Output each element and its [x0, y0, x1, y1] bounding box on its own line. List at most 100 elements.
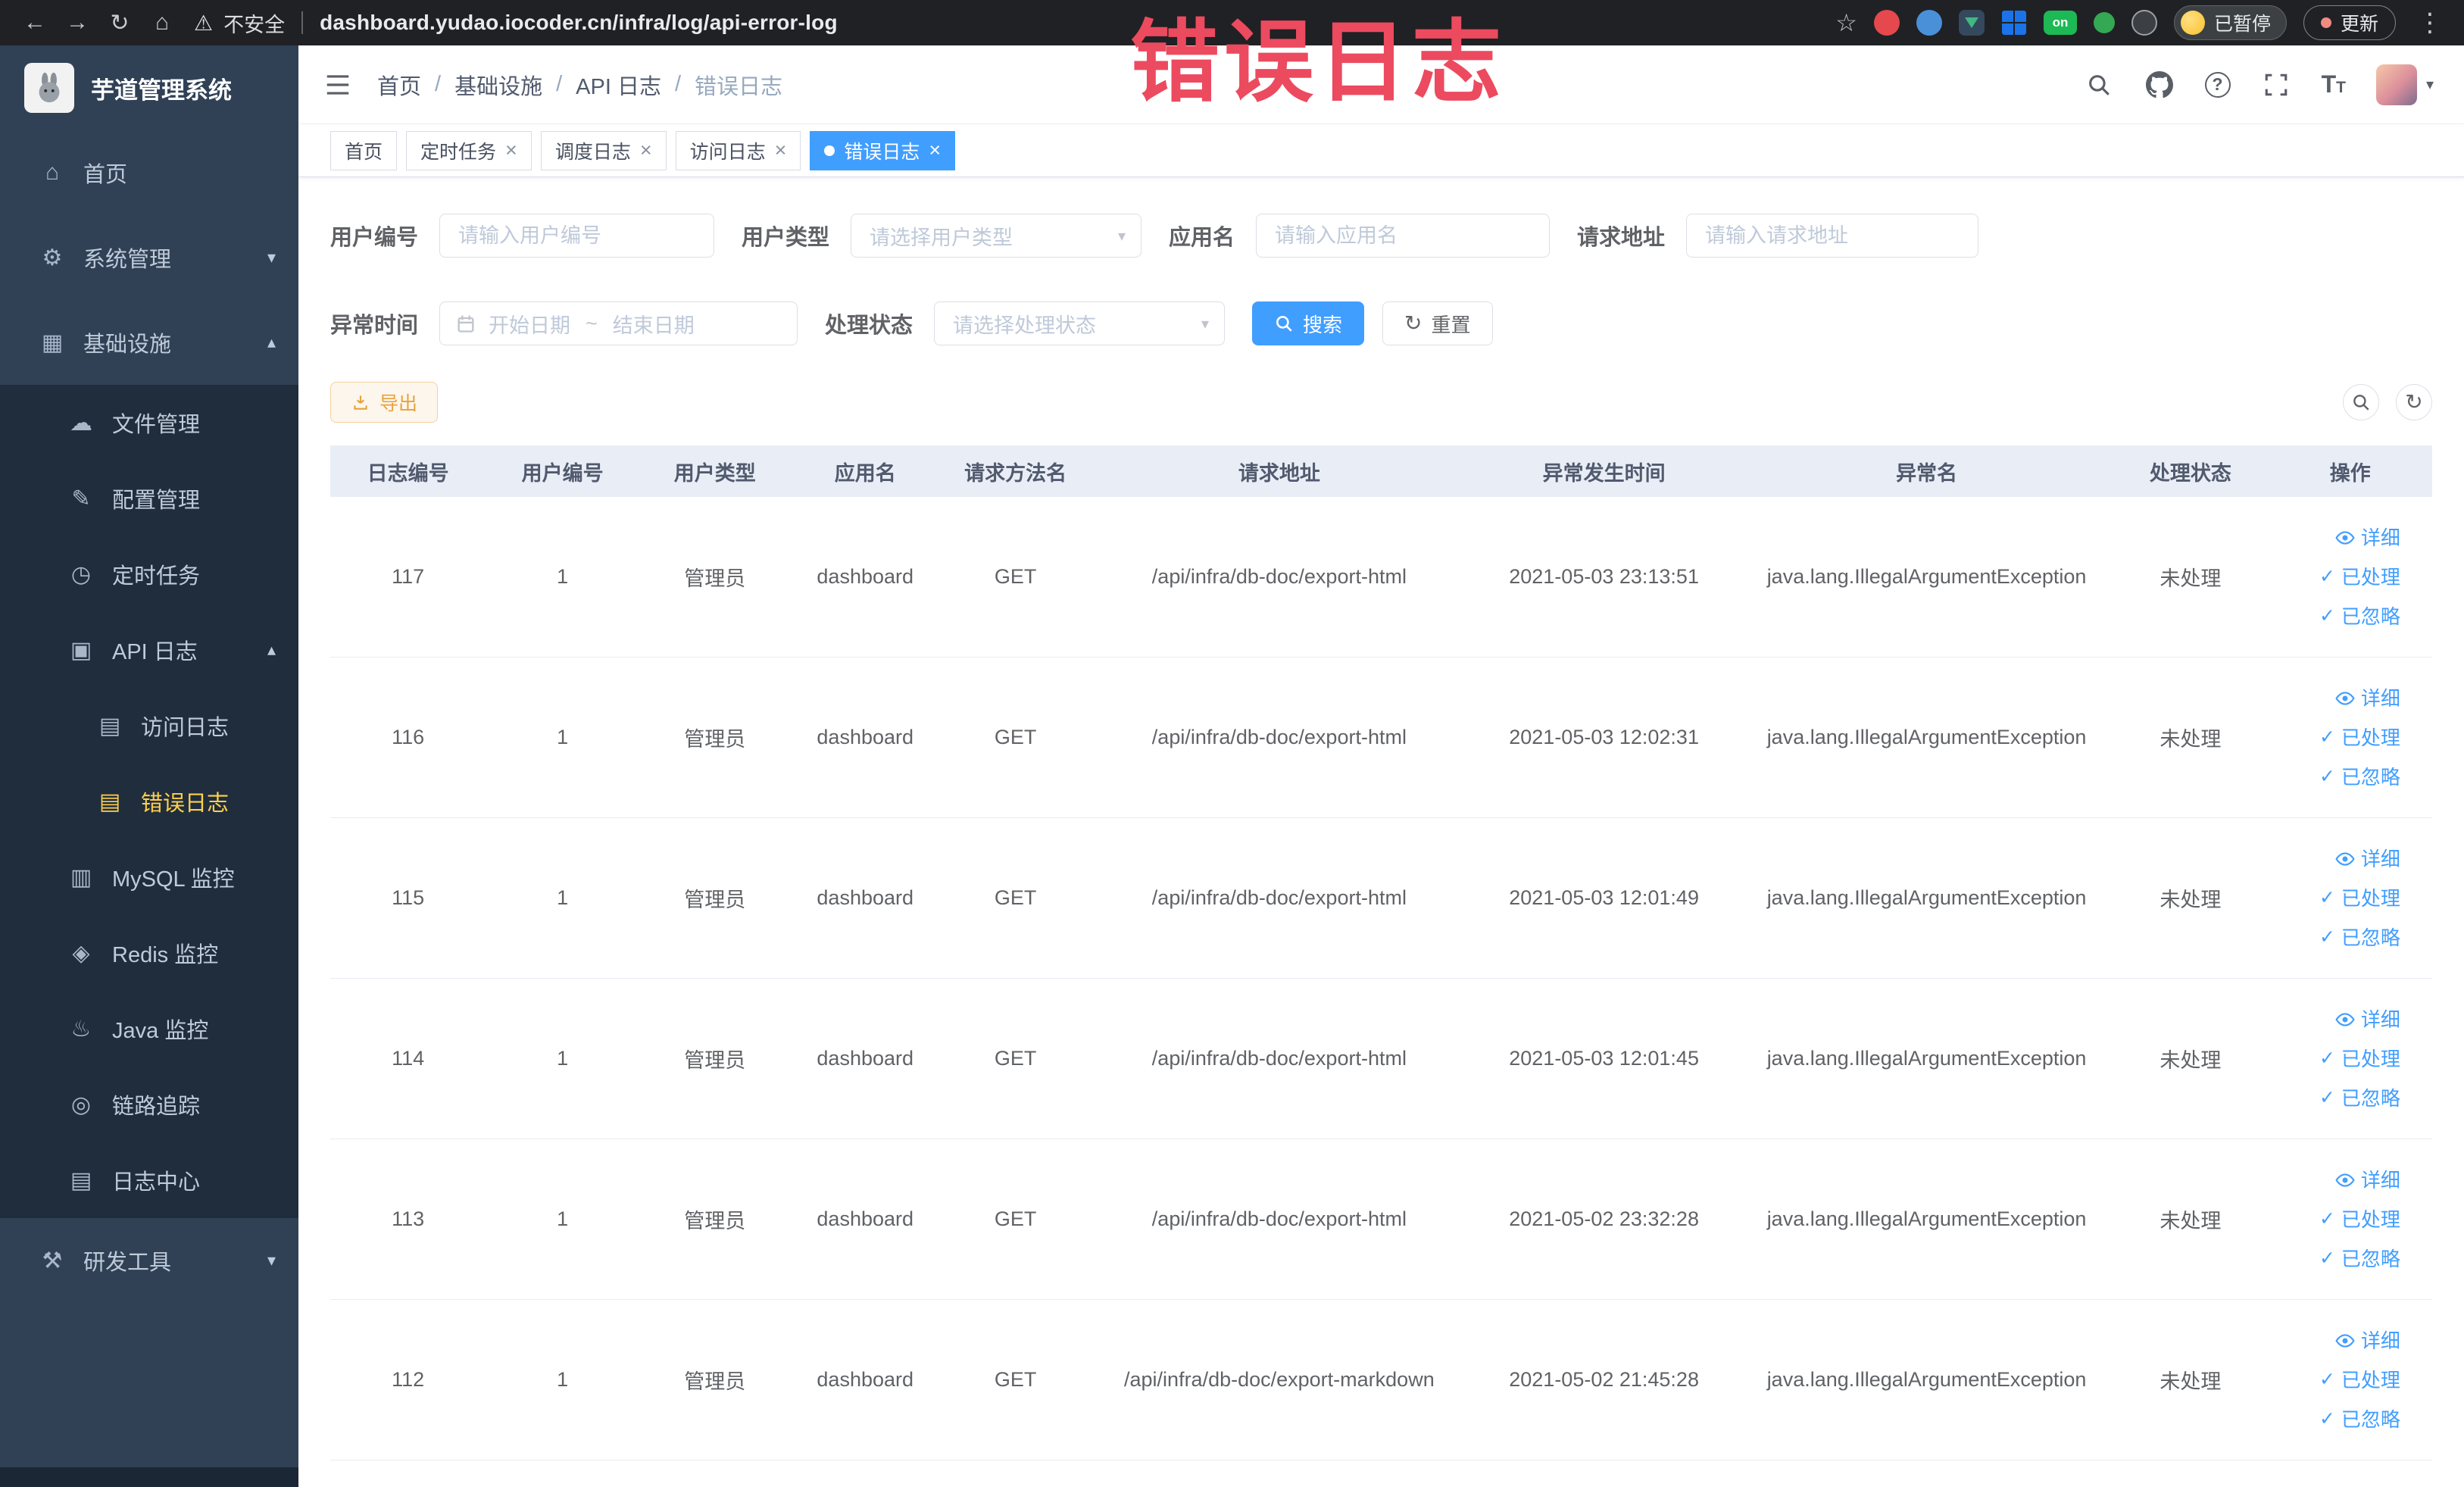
help-icon[interactable]: ?	[2204, 71, 2231, 98]
reset-button[interactable]: ↻ 重置	[1382, 301, 1493, 345]
process-status-select[interactable]: 请选择处理状态 ▾	[934, 301, 1226, 345]
breadcrumb-separator: /	[556, 72, 563, 96]
cell-exception: java.lang.IllegalArgumentException	[1766, 565, 2087, 588]
tab-access-log[interactable]: 访问日志 ×	[675, 130, 801, 170]
detail-link[interactable]: 详细	[2335, 849, 2400, 869]
extension-icon[interactable]	[1873, 10, 1900, 36]
vue-devtools-extension-icon[interactable]	[1958, 10, 1985, 36]
extension-icon[interactable]	[2093, 12, 2115, 33]
app-body: 芋道管理系统 ⌂ 首页 ⚙ 系统管理 ▾ ▦ 基础设施 ▴ ☁ 文件管理 ✎ 配…	[0, 45, 2464, 1487]
extension-icon[interactable]	[2131, 10, 2157, 36]
mark-processed-link[interactable]: ✓ 已处理	[2319, 889, 2400, 908]
tab-home[interactable]: 首页	[330, 130, 398, 170]
extension-icon[interactable]	[1916, 10, 1942, 36]
tab-error-log[interactable]: 错误日志 ×	[810, 130, 956, 170]
mark-ignored-link[interactable]: ✓ 已忽略	[2319, 1089, 2400, 1108]
user-menu[interactable]: ▾	[2375, 64, 2434, 105]
select-placeholder: 请选择处理状态	[953, 314, 1097, 337]
sidebar-item-mysql-monitor[interactable]: ▥ MySQL 监控	[0, 839, 298, 915]
request-url-input[interactable]	[1686, 214, 1979, 258]
github-icon[interactable]	[2144, 70, 2175, 100]
breadcrumb-item[interactable]: 首页	[377, 69, 421, 101]
sidebar-item-file-management[interactable]: ☁ 文件管理	[0, 385, 298, 461]
close-icon[interactable]: ×	[640, 140, 652, 161]
breadcrumb-item[interactable]: 基础设施	[454, 69, 542, 101]
mark-processed-link[interactable]: ✓ 已处理	[2319, 567, 2400, 587]
eye-icon	[2335, 1012, 2355, 1026]
font-size-icon[interactable]: TT	[2322, 70, 2346, 98]
sidebar-item-system-management[interactable]: ⚙ 系统管理 ▾	[0, 215, 298, 300]
sidebar-item-redis-monitor[interactable]: ◈ Redis 监控	[0, 915, 298, 991]
home-icon[interactable]: ⌂	[144, 5, 180, 41]
user-type-select[interactable]: 请选择用户类型 ▾	[851, 214, 1142, 258]
reload-icon[interactable]: ↻	[101, 5, 138, 41]
forward-icon[interactable]: →	[59, 5, 95, 41]
sidebar-item-label: MySQL 监控	[112, 867, 235, 892]
table-tools: ↻	[2326, 384, 2432, 420]
tab-scheduled-jobs[interactable]: 定时任务 ×	[406, 130, 532, 170]
detail-link[interactable]: 详细	[2335, 689, 2400, 708]
detail-link[interactable]: 详细	[2335, 1010, 2400, 1029]
cell-log-id: 116	[392, 726, 425, 748]
address-bar[interactable]: ⚠ 不安全 dashboard.yudao.iocoder.cn/infra/l…	[194, 8, 838, 38]
browser-update-button[interactable]: 更新	[2303, 5, 2396, 40]
refresh-table-button[interactable]: ↻	[2396, 384, 2432, 420]
cell-status: 未处理	[2160, 567, 2222, 590]
sidebar-item-home[interactable]: ⌂ 首页	[0, 130, 298, 215]
extension-icon[interactable]	[2000, 10, 2027, 36]
fullscreen-icon[interactable]	[2261, 70, 2291, 100]
sidebar-item-trace[interactable]: ◎ 链路追踪	[0, 1067, 298, 1142]
close-icon[interactable]: ×	[775, 140, 787, 161]
date-range-picker[interactable]: 开始日期 ~ 结束日期	[439, 301, 798, 345]
cell-user-id: 1	[557, 886, 569, 909]
sidebar-item-log-center[interactable]: ▤ 日志中心	[0, 1142, 298, 1218]
search-button[interactable]: 搜索	[1252, 301, 1365, 345]
mark-processed-link[interactable]: ✓ 已处理	[2319, 728, 2400, 748]
cell-method: GET	[994, 1207, 1037, 1230]
eye-icon	[2335, 1333, 2355, 1348]
detail-link[interactable]: 详细	[2335, 528, 2400, 548]
mark-processed-link[interactable]: ✓ 已处理	[2319, 1210, 2400, 1229]
sidebar-item-access-log[interactable]: ▤ 访问日志	[0, 688, 298, 764]
sync-paused-chip[interactable]: 已暂停	[2173, 5, 2287, 40]
mark-processed-link[interactable]: ✓ 已处理	[2319, 1370, 2400, 1390]
mark-ignored-link[interactable]: ✓ 已忽略	[2319, 928, 2400, 948]
detail-link[interactable]: 详细	[2335, 1170, 2400, 1190]
breadcrumb-item[interactable]: API 日志	[576, 69, 661, 101]
sidebar-item-infrastructure[interactable]: ▦ 基础设施 ▴	[0, 300, 298, 385]
bookmark-star-icon[interactable]: ☆	[1835, 8, 1857, 37]
detail-link[interactable]: 详细	[2335, 1331, 2400, 1351]
refresh-icon: ↻	[2405, 390, 2423, 414]
close-icon[interactable]: ×	[929, 140, 941, 161]
sidebar-item-scheduled-jobs[interactable]: ◷ 定时任务	[0, 536, 298, 612]
back-icon[interactable]: ←	[17, 5, 53, 41]
sidebar-item-error-log[interactable]: ▤ 错误日志	[0, 764, 298, 839]
extension-on-badge[interactable]: on	[2043, 11, 2077, 35]
sidebar-item-dev-tools[interactable]: ⚒ 研发工具 ▾	[0, 1218, 298, 1303]
date-separator: ~	[586, 311, 598, 335]
browser-menu-icon[interactable]: ⋮	[2412, 8, 2447, 38]
app-name-input[interactable]	[1256, 214, 1551, 258]
close-icon[interactable]: ×	[505, 140, 517, 161]
cell-request-url: /api/infra/db-doc/export-html	[1151, 1207, 1407, 1230]
hamburger-icon[interactable]	[320, 67, 356, 103]
search-icon[interactable]	[2084, 70, 2114, 100]
database-icon: ▥	[70, 864, 92, 890]
sidebar-item-config-management[interactable]: ✎ 配置管理	[0, 461, 298, 536]
toggle-search-button[interactable]	[2343, 384, 2379, 420]
sidebar-item-api-log[interactable]: ▣ API 日志 ▴	[0, 612, 298, 688]
mark-processed-link[interactable]: ✓ 已处理	[2319, 1049, 2400, 1069]
sidebar-item-java-monitor[interactable]: ♨ Java 监控	[0, 991, 298, 1067]
mark-ignored-link[interactable]: ✓ 已忽略	[2319, 1410, 2400, 1429]
logo-image	[24, 63, 74, 113]
mark-ignored-link[interactable]: ✓ 已忽略	[2319, 607, 2400, 626]
export-button[interactable]: 导出	[330, 382, 439, 423]
mark-ignored-link[interactable]: ✓ 已忽略	[2319, 1249, 2400, 1269]
mark-ignored-link[interactable]: ✓ 已忽略	[2319, 767, 2400, 787]
start-date-placeholder: 开始日期	[489, 314, 571, 337]
user-id-input[interactable]	[439, 214, 715, 258]
tab-schedule-log[interactable]: 调度日志 ×	[540, 130, 667, 170]
cell-request-url: /api/infra/db-doc/export-html	[1151, 886, 1407, 909]
cell-status: 未处理	[2160, 1370, 2222, 1393]
app-logo[interactable]: 芋道管理系统	[0, 45, 298, 130]
